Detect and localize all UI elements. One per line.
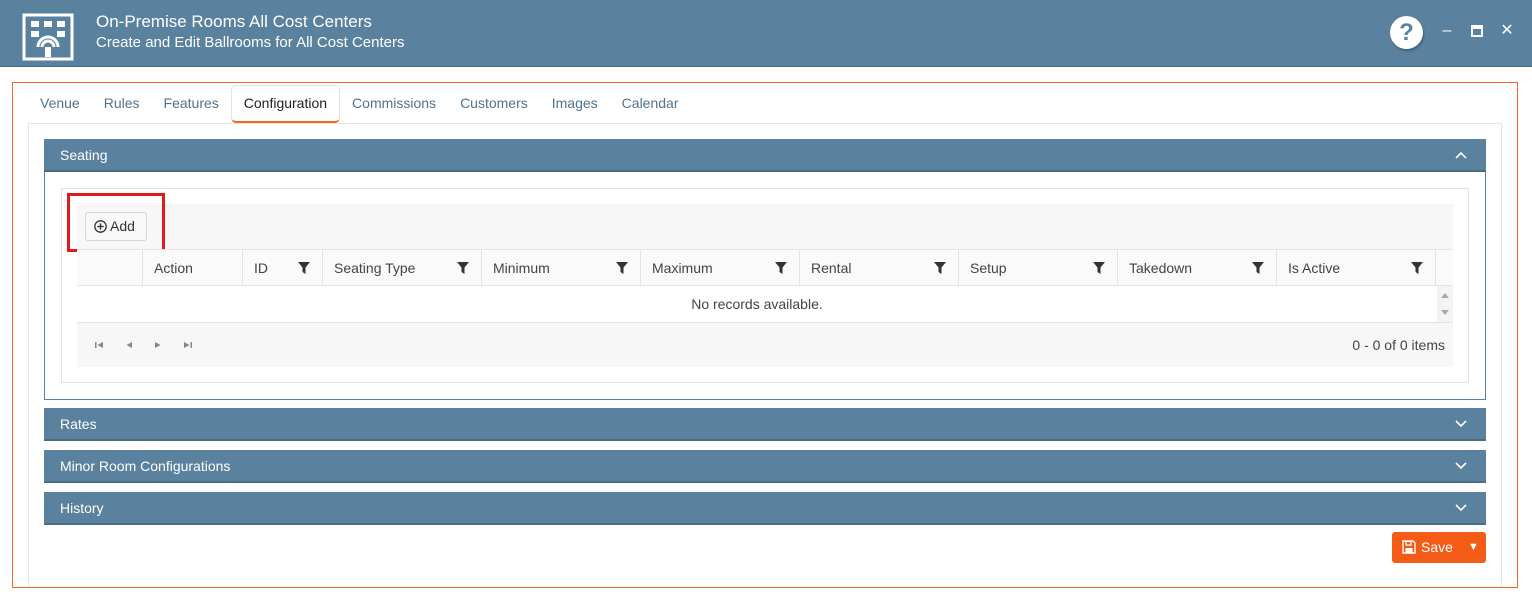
plus-circle-icon: [94, 220, 107, 233]
filter-icon[interactable]: [934, 262, 946, 274]
rates-panel-title: Rates: [60, 416, 97, 432]
minor-room-configurations-panel-title: Minor Room Configurations: [60, 458, 231, 474]
save-button[interactable]: Save ▼: [1392, 532, 1486, 563]
column-minimum[interactable]: Minimum: [481, 250, 640, 286]
grid-body: No records available.: [77, 286, 1453, 323]
tab-strip: Venue Rules Features Configuration Commi…: [28, 85, 691, 123]
filter-icon[interactable]: [1411, 262, 1423, 274]
window-subtitle: Create and Edit Ballrooms for All Cost C…: [96, 34, 405, 51]
previous-page-icon[interactable]: [122, 338, 136, 352]
column-seating-type[interactable]: Seating Type: [322, 250, 481, 286]
tab-customers[interactable]: Customers: [448, 85, 540, 123]
chevron-down-icon[interactable]: [1454, 450, 1468, 483]
tab-features[interactable]: Features: [152, 85, 231, 123]
chevron-up-icon[interactable]: [1454, 139, 1468, 172]
chevron-down-icon[interactable]: [1454, 492, 1468, 525]
history-panel-header[interactable]: History: [44, 492, 1486, 525]
column-maximum[interactable]: Maximum: [640, 250, 799, 286]
seating-panel-title: Seating: [60, 147, 108, 163]
filter-icon[interactable]: [775, 262, 787, 274]
window-title: On-Premise Rooms All Cost Centers: [96, 12, 372, 31]
first-page-icon[interactable]: [92, 338, 106, 352]
floppy-disk-icon: [1402, 540, 1416, 554]
save-button-label: Save: [1421, 539, 1453, 555]
grid-toolbar: [77, 204, 1453, 249]
title-bar: On-Premise Rooms All Cost Centers Create…: [0, 0, 1532, 67]
pager-info: 0 - 0 of 0 items: [1352, 337, 1445, 353]
seating-panel-header[interactable]: Seating: [44, 139, 1486, 172]
tab-venue[interactable]: Venue: [28, 85, 92, 123]
tab-configuration[interactable]: Configuration: [230, 85, 341, 123]
maximize-button[interactable]: [1466, 19, 1488, 43]
filter-icon[interactable]: [298, 262, 310, 274]
column-setup[interactable]: Setup: [958, 250, 1117, 286]
add-button-label: Add: [110, 218, 135, 234]
close-button[interactable]: ✕: [1496, 19, 1518, 43]
save-dropdown-caret[interactable]: ▼: [1468, 532, 1479, 563]
tab-rules[interactable]: Rules: [92, 85, 152, 123]
filter-icon[interactable]: [616, 262, 628, 274]
help-icon[interactable]: ?: [1390, 16, 1423, 49]
column-rental[interactable]: Rental: [799, 250, 958, 286]
rates-panel-header[interactable]: Rates: [44, 408, 1486, 441]
next-page-icon[interactable]: [151, 338, 165, 352]
no-records-message: No records available.: [691, 296, 823, 312]
column-id[interactable]: ID: [242, 250, 322, 286]
tab-calendar[interactable]: Calendar: [610, 85, 691, 123]
building-icon: [22, 13, 74, 61]
grid-scrollbar[interactable]: [1437, 286, 1453, 322]
last-page-icon[interactable]: [181, 338, 195, 352]
maximize-icon: [1471, 25, 1483, 37]
scroll-down-icon[interactable]: [1441, 310, 1449, 316]
column-takedown[interactable]: Takedown: [1117, 250, 1276, 286]
filter-icon[interactable]: [1252, 262, 1264, 274]
add-button[interactable]: Add: [85, 212, 147, 241]
filter-icon[interactable]: [1093, 262, 1105, 274]
grid-pager: 0 - 0 of 0 items: [77, 323, 1453, 367]
column-action[interactable]: Action: [142, 250, 242, 286]
grid-header: Action ID Seating Type Minimum Maximum R…: [77, 249, 1453, 286]
minor-room-configurations-panel-header[interactable]: Minor Room Configurations: [44, 450, 1486, 483]
chevron-down-icon[interactable]: [1454, 408, 1468, 441]
filter-icon[interactable]: [457, 262, 469, 274]
minimize-button[interactable]: –: [1436, 19, 1458, 43]
history-panel-title: History: [60, 500, 104, 516]
tab-images[interactable]: Images: [540, 85, 610, 123]
scroll-up-icon[interactable]: [1441, 292, 1449, 298]
tab-commissions[interactable]: Commissions: [340, 85, 448, 123]
column-is-active[interactable]: Is Active: [1276, 250, 1436, 286]
